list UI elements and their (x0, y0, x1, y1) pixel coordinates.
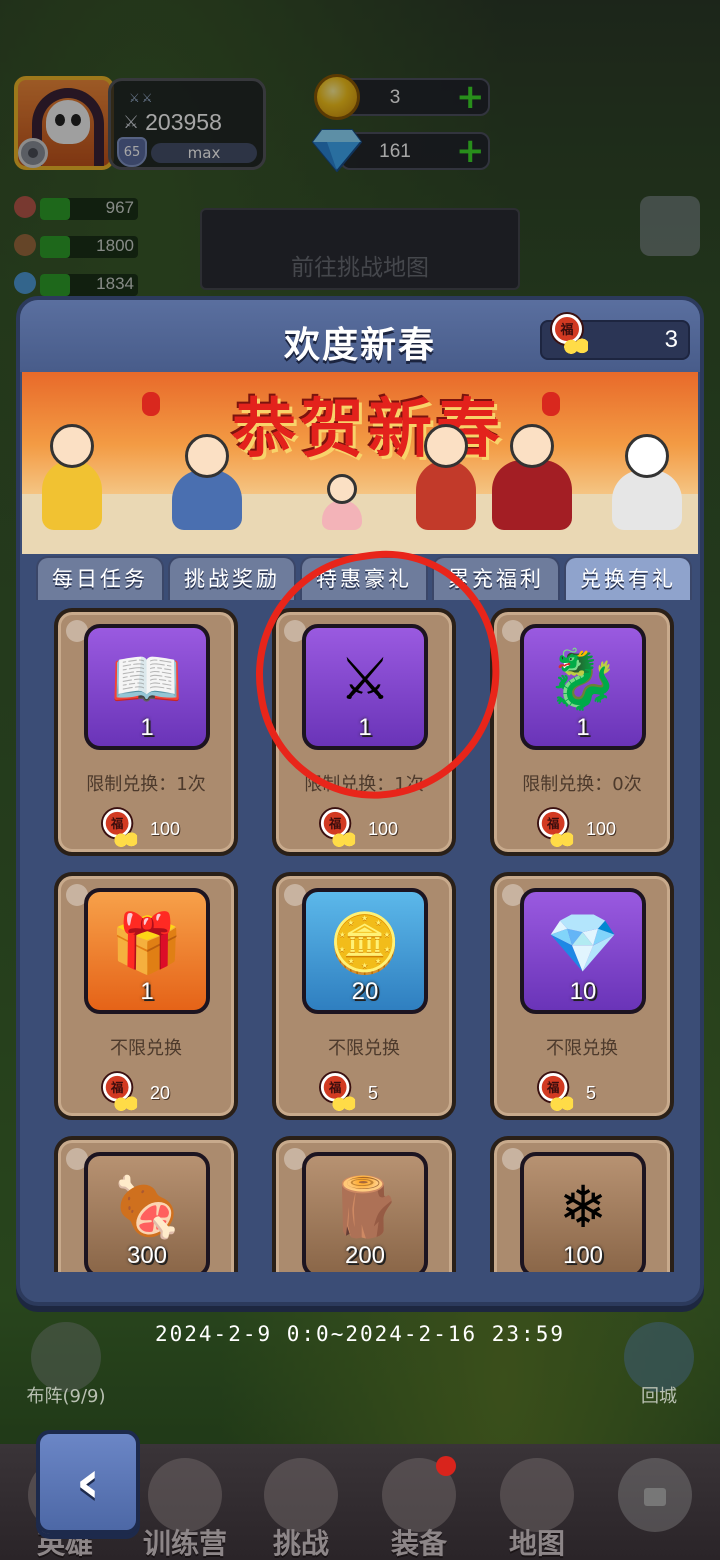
nurse-hero-icon: 📖 1 (84, 624, 210, 750)
fu-token-icon (101, 1073, 139, 1113)
item-glyph: 🪵 (328, 1172, 402, 1241)
item-glyph: 📖 (110, 644, 184, 713)
return-label: 回城 (641, 1386, 677, 1407)
cost-value: 100 (368, 818, 399, 839)
exchange-cost: 5 (536, 1072, 596, 1114)
meat-icon: 🍖 300 (84, 1152, 210, 1272)
gold-coin-icon: 🪙 20 (302, 888, 428, 1014)
diamond-icon: 💎 10 (520, 888, 646, 1014)
banner-character-nurse (42, 424, 102, 530)
formation-label: 布阵(9/9) (26, 1386, 106, 1407)
tab-exchange-gifts[interactable]: 兑换有礼 (564, 556, 692, 600)
return-to-city-button[interactable]: 回城 (614, 1322, 704, 1408)
exchange-item-card[interactable]: 💎10 不限兑换 5 (490, 872, 674, 1120)
item-quantity: 100 (562, 1242, 604, 1269)
cost-value: 5 (368, 1082, 379, 1103)
fu-token-icon (537, 809, 575, 849)
exchange-item-card[interactable]: ❄ 100 (490, 1136, 674, 1272)
lantern-icon (542, 392, 560, 416)
sword-icon (264, 1458, 338, 1532)
fu-token-count: 3 (664, 326, 678, 353)
cost-value: 20 (150, 1082, 171, 1103)
nav-map[interactable]: 地图 (482, 1450, 592, 1560)
tab-daily-tasks[interactable]: 每日任务 (36, 556, 164, 600)
exchange-item-card[interactable]: 🪙20 不限兑换 5 (272, 872, 456, 1120)
exchange-cost: 5 (318, 1072, 378, 1114)
fu-token-counter: 3 (540, 314, 690, 360)
banner-character-hero (172, 434, 242, 530)
exchange-item-card[interactable]: 🪵 200 (272, 1136, 456, 1272)
exchange-item-card[interactable]: 🐉1 限制兑换：0次 100 (490, 608, 674, 856)
exchange-limit-text: 不限兑换 (546, 1038, 618, 1059)
exchange-item-card[interactable]: 🍖 300 (54, 1136, 238, 1272)
item-quantity: 1 (140, 714, 154, 741)
nav-challenge-label: 挑战 (272, 1527, 329, 1560)
nav-training-label: 训练营 (142, 1527, 227, 1560)
modal-header: 欢度新春 3 (20, 300, 700, 372)
item-quantity: 20 (351, 978, 379, 1005)
item-glyph: 💎 (546, 908, 620, 977)
cost-value: 100 (586, 818, 617, 839)
exchange-item-card[interactable]: 📖1 限制兑换：1次 100 (54, 608, 238, 856)
fu-token-icon (319, 1073, 357, 1113)
tab-challenge-rewards[interactable]: 挑战奖励 (168, 556, 296, 600)
exchange-limit-text: 限制兑换：0次 (522, 774, 642, 795)
nav-equipment[interactable]: 装备 (364, 1450, 474, 1560)
chevron-left-icon: ‹ (75, 1447, 101, 1517)
nav-locked[interactable] (600, 1450, 710, 1560)
cost-value: 100 (150, 818, 181, 839)
exchange-cost: 100 (100, 808, 180, 850)
back-button[interactable]: ‹ (36, 1430, 140, 1534)
item-glyph: 🍖 (110, 1172, 184, 1241)
banner-character-warrior (416, 424, 476, 530)
banner-character-mage (492, 424, 572, 530)
map-scroll-icon (500, 1458, 574, 1532)
nav-challenge[interactable]: 挑战 (246, 1450, 356, 1560)
item-glyph: 🎁 (110, 908, 184, 977)
exchange-cost: 100 (318, 808, 398, 850)
banner-dragon-dancer (612, 434, 682, 530)
cost-value: 5 (586, 1082, 597, 1103)
exchange-limit-text: 不限兑换 (328, 1038, 400, 1059)
item-quantity: 10 (569, 978, 597, 1005)
lock-icon (618, 1458, 692, 1532)
notification-badge (436, 1456, 456, 1476)
nav-map-label: 地图 (508, 1527, 565, 1560)
exchange-limit-text: 限制兑换：1次 (86, 774, 206, 795)
lantern-icon (142, 392, 160, 416)
gift-box-icon: 🎁 1 (84, 888, 210, 1014)
item-glyph: 🪙 (328, 908, 402, 977)
exchange-limit-text: 不限兑换 (110, 1038, 182, 1059)
item-quantity: 1 (576, 714, 590, 741)
banner-title: 恭贺新春 (232, 393, 504, 467)
item-glyph: 🐉 (546, 644, 620, 713)
exchange-cost: 20 (100, 1072, 170, 1114)
fu-token-icon (319, 809, 357, 849)
spring-festival-event-modal: 欢度新春 3 恭贺新春 每日任务 挑战奖励 特惠豪礼 累充福利 兑换有礼 📖1限… (16, 296, 704, 1306)
exchange-cost: 100 (536, 808, 616, 850)
crystal-icon: ❄ 100 (520, 1152, 646, 1272)
fu-token-icon (550, 314, 590, 356)
item-quantity: 1 (140, 978, 154, 1005)
fu-token-icon (537, 1073, 575, 1113)
formation-button[interactable]: 布阵(9/9) (16, 1322, 116, 1408)
nav-training-camp[interactable]: 训练营 (130, 1450, 240, 1560)
target-icon (148, 1458, 222, 1532)
item-quantity: 200 (344, 1242, 386, 1269)
nav-equipment-label: 装备 (390, 1527, 447, 1560)
item-glyph: ❄ (558, 1173, 608, 1241)
dragon-girl-hero-icon: 🐉 1 (520, 624, 646, 750)
item-quantity: 300 (126, 1242, 168, 1269)
wood-log-icon: 🪵 200 (302, 1152, 428, 1272)
event-banner: 恭贺新春 (22, 372, 698, 554)
exchange-item-card[interactable]: 🎁1 不限兑换 20 (54, 872, 238, 1120)
fu-token-icon (101, 809, 139, 849)
